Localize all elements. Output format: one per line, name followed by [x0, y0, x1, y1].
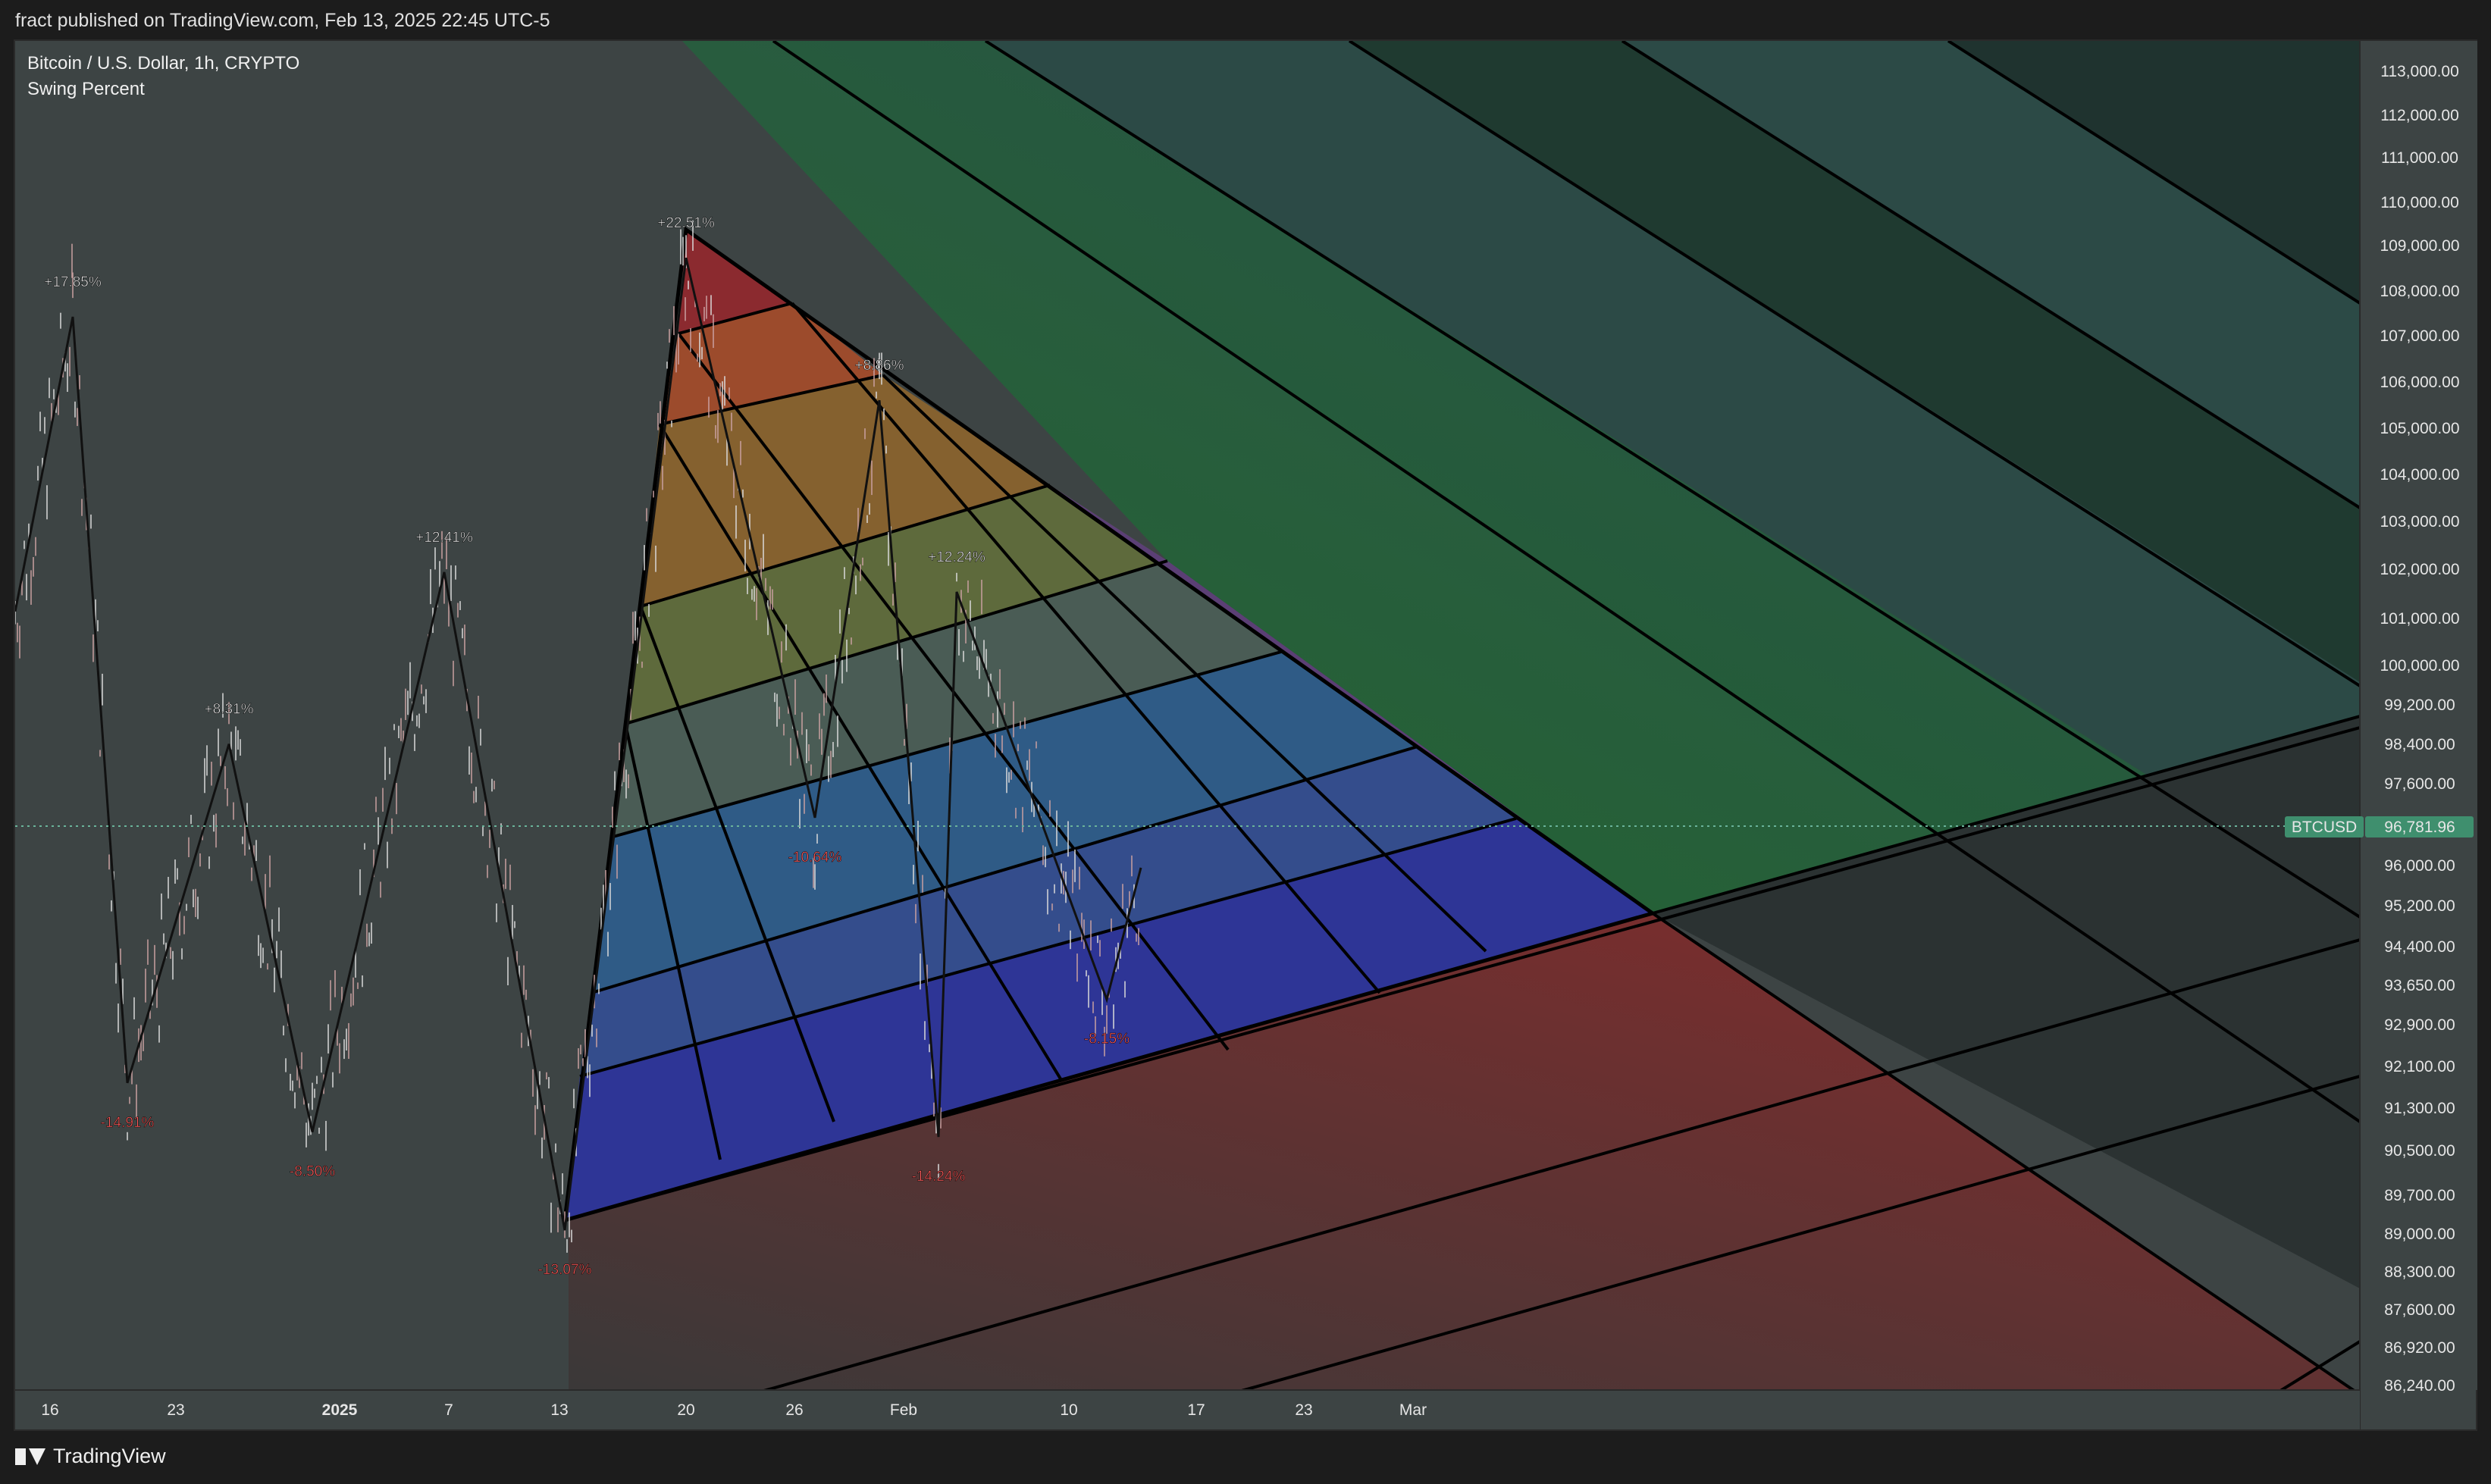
swing-percent-label: -10.64% [788, 850, 842, 866]
current-price-text: 96,781.96 [2384, 819, 2455, 836]
time-axis-label: 23 [1295, 1401, 1312, 1419]
price-axis-label: 89,000.00 [2384, 1226, 2455, 1243]
tradingview-logo[interactable]: TradingView [15, 1445, 166, 1468]
price-axis-label: 100,000.00 [2380, 657, 2459, 675]
price-axis-label: 107,000.00 [2380, 327, 2459, 345]
swing-percent-label: +22.51% [657, 215, 715, 231]
time-axis-label: 26 [785, 1401, 803, 1419]
price-axis-label: 111,000.00 [2381, 149, 2458, 167]
price-axis-label: 86,240.00 [2384, 1377, 2455, 1395]
time-axis-label: 23 [167, 1401, 184, 1419]
time-axis-label: 20 [677, 1401, 694, 1419]
price-axis-label: 106,000.00 [2380, 374, 2459, 391]
price-axis-label: 112,000.00 [2380, 107, 2459, 124]
swing-percent-label: +8.31% [205, 702, 254, 718]
tradingview-logo-icon [15, 1448, 45, 1465]
price-axis-label: 101,000.00 [2380, 610, 2459, 628]
price-axis-label: 93,650.00 [2384, 977, 2455, 994]
price-axis-label: 89,700.00 [2384, 1187, 2455, 1204]
swing-percent-label: +8.86% [855, 358, 904, 374]
price-axis-label: 97,600.00 [2384, 775, 2455, 793]
price-axis-label: 104,000.00 [2380, 466, 2459, 484]
price-axis-label: 105,000.00 [2380, 420, 2459, 437]
price-axis-label: 90,500.00 [2384, 1142, 2455, 1160]
swing-percent-label: -14.91% [101, 1115, 155, 1131]
swing-percent-label: +12.24% [928, 549, 985, 565]
time-axis-label: 7 [444, 1401, 453, 1419]
price-axis-label: 91,300.00 [2384, 1100, 2455, 1117]
price-axis-label: 113,000.00 [2380, 63, 2459, 80]
legend-indicator[interactable]: Swing Percent [27, 79, 145, 100]
price-axis-label: 87,600.00 [2384, 1301, 2455, 1319]
time-axis-label: Mar [1399, 1401, 1427, 1419]
price-axis-label: 110,000.00 [2380, 194, 2459, 211]
time-axis-label: 13 [550, 1401, 568, 1419]
time-axis-label: 2025 [322, 1401, 358, 1419]
price-axis-label: 88,300.00 [2384, 1263, 2455, 1281]
time-axis-label: 10 [1060, 1401, 1077, 1419]
swing-percent-label: -8.50% [290, 1164, 335, 1180]
symbol-tag-text: BTCUSD [2292, 819, 2357, 836]
footer-brand-text: TradingView [53, 1445, 166, 1467]
legend-symbol[interactable]: Bitcoin / U.S. Dollar, 1h, CRYPTO [27, 53, 299, 74]
price-axis-label: 109,000.00 [2380, 237, 2459, 255]
price-axis-label: 99,200.00 [2384, 697, 2455, 714]
swing-percent-label: -14.24% [912, 1169, 966, 1185]
price-axis-label: 102,000.00 [2380, 561, 2459, 578]
price-axis-label: 86,920.00 [2384, 1339, 2455, 1357]
price-axis-label: 94,400.00 [2384, 938, 2455, 956]
swing-percent-label: +17.85% [44, 274, 102, 290]
price-axis-label: 92,100.00 [2384, 1058, 2455, 1075]
swing-percent-label: -8.15% [1084, 1032, 1130, 1047]
swing-percent-label: +12.41% [415, 530, 473, 546]
price-axis-label: 108,000.00 [2380, 283, 2459, 300]
price-axis-label: 95,200.00 [2384, 897, 2455, 915]
price-axis-label: 96,000.00 [2384, 857, 2455, 875]
time-axis-label: Feb [890, 1401, 917, 1419]
swing-percent-label: -13.07% [538, 1262, 592, 1278]
chart-canvas[interactable]: +17.85% -14.91% +8.31% -8.50% +12.41% -13.07%… [0, 0, 2491, 1484]
price-axis-label: 103,000.00 [2380, 513, 2459, 531]
price-axis-label: 98,400.00 [2384, 736, 2455, 753]
time-axis-label: 16 [41, 1401, 58, 1419]
time-axis-label: 17 [1187, 1401, 1205, 1419]
footer: TradingView [0, 1431, 2491, 1484]
price-axis-label: 92,900.00 [2384, 1016, 2455, 1034]
